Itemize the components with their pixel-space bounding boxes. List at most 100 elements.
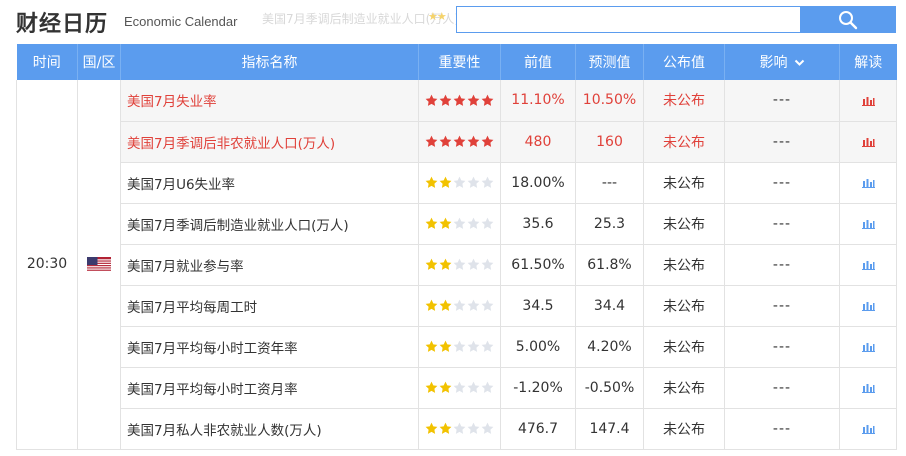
- impact-value: ---: [724, 366, 840, 409]
- bar-chart-icon[interactable]: [861, 423, 875, 434]
- actual-value: 未公布: [643, 161, 725, 204]
- importance-rating: [418, 284, 501, 327]
- table-header-row: 时间 国/区 指标名称 重要性 前值 预测值 公布值 影响 解读: [16, 44, 897, 80]
- indicator-name[interactable]: 美国7月季调后非农就业人口(万人): [120, 120, 419, 163]
- bar-chart-icon[interactable]: [861, 341, 875, 352]
- table-row: 20:30 美国7月失业率 11.10% 10.50% 未公布 ---: [16, 80, 897, 450]
- search-button[interactable]: [800, 6, 896, 33]
- star-icon: [481, 217, 494, 229]
- column-header-impact[interactable]: 影响: [724, 44, 840, 80]
- us-flag-icon: [87, 256, 111, 272]
- forecast-value: 61.8%: [575, 243, 644, 286]
- impact-header-label: 影响: [759, 55, 788, 71]
- interpret-cell: [839, 161, 897, 204]
- table-row: 美国7月U6失业率 18.00% --- 未公布 ---: [17, 161, 897, 204]
- indicator-name[interactable]: 美国7月平均每小时工资年率: [120, 325, 419, 368]
- country-cell: [77, 80, 121, 450]
- page-subtitle: Economic Calendar: [124, 14, 238, 29]
- bar-chart-icon[interactable]: [861, 177, 875, 188]
- forecast-value: 34.4: [575, 284, 644, 327]
- impact-value: ---: [724, 284, 840, 327]
- star-icon: [453, 381, 466, 393]
- forecast-value: 4.20%: [575, 325, 644, 368]
- star-icon: [425, 299, 438, 311]
- actual-value: 未公布: [643, 243, 725, 286]
- importance-rating: [418, 325, 501, 368]
- indicator-name[interactable]: 美国7月U6失业率: [120, 161, 419, 204]
- importance-rating: [418, 366, 501, 409]
- actual-value: 未公布: [643, 80, 725, 122]
- bar-chart-icon[interactable]: [861, 259, 875, 270]
- interpret-cell: [839, 366, 897, 409]
- star-icon: [481, 381, 494, 393]
- search-input[interactable]: [456, 6, 800, 33]
- star-icon: [439, 176, 452, 188]
- economic-calendar-table: 时间 国/区 指标名称 重要性 前值 预测值 公布值 影响 解读 20:30 美…: [16, 44, 897, 450]
- previous-value: -1.20%: [500, 366, 576, 409]
- table-row: 美国7月平均每周工时 34.5 34.4 未公布 ---: [17, 284, 897, 327]
- previous-value: 18.00%: [500, 161, 576, 204]
- star-icon: [467, 381, 480, 393]
- star-icon: [425, 340, 438, 352]
- star-icon: [481, 135, 494, 147]
- star-icon: [467, 422, 480, 434]
- actual-value: 未公布: [643, 284, 725, 327]
- previous-value: 5.00%: [500, 325, 576, 368]
- actual-value: 未公布: [643, 366, 725, 409]
- indicator-name[interactable]: 美国7月失业率: [120, 80, 419, 122]
- forecast-value: -0.50%: [575, 366, 644, 409]
- star-icon: [467, 94, 480, 106]
- star-icon: [481, 340, 494, 352]
- column-header-previous: 前值: [500, 44, 576, 80]
- bar-chart-icon[interactable]: [861, 382, 875, 393]
- indicator-name[interactable]: 美国7月平均每周工时: [120, 284, 419, 327]
- indicator-name[interactable]: 美国7月私人非农就业人数(万人): [120, 407, 419, 450]
- table-row: 美国7月季调后制造业就业人口(万人) 35.6 25.3 未公布 ---: [17, 202, 897, 245]
- star-icon: [425, 422, 438, 434]
- star-icon: [439, 422, 452, 434]
- release-time: 20:30: [16, 80, 78, 450]
- previous-value: 11.10%: [500, 80, 576, 122]
- importance-rating: [418, 243, 501, 286]
- star-icon: [453, 217, 466, 229]
- star-icon: [425, 135, 438, 147]
- star-icon: [439, 258, 452, 270]
- star-icon: [439, 340, 452, 352]
- bar-chart-icon[interactable]: [861, 95, 875, 106]
- importance-rating: [418, 80, 501, 122]
- star-icon: [453, 176, 466, 188]
- star-icon: [453, 422, 466, 434]
- actual-value: 未公布: [643, 120, 725, 163]
- star-icon: [439, 135, 452, 147]
- bar-chart-icon[interactable]: [861, 136, 875, 147]
- table-row: 美国7月平均每小时工资月率 -1.20% -0.50% 未公布 ---: [17, 366, 897, 409]
- column-header-interpret: 解读: [839, 44, 897, 80]
- column-header-time: 时间: [16, 44, 78, 80]
- star-icon: [425, 258, 438, 270]
- actual-value: 未公布: [643, 325, 725, 368]
- search-icon: [839, 10, 858, 29]
- indicator-name[interactable]: 美国7月季调后制造业就业人口(万人): [120, 202, 419, 245]
- table-row: 美国7月平均每小时工资年率 5.00% 4.20% 未公布 ---: [17, 325, 897, 368]
- forecast-value: 160: [575, 120, 644, 163]
- star-icon: [425, 217, 438, 229]
- star-icon: [439, 94, 452, 106]
- bar-chart-icon[interactable]: [861, 300, 875, 311]
- star-icon: [439, 217, 452, 229]
- impact-value: ---: [724, 243, 840, 286]
- star-icon: [481, 422, 494, 434]
- previous-value: 34.5: [500, 284, 576, 327]
- column-header-importance: 重要性: [418, 44, 501, 80]
- forecast-value: ---: [575, 161, 644, 204]
- bar-chart-icon[interactable]: [861, 218, 875, 229]
- star-icon: [453, 299, 466, 311]
- star-icon: [481, 176, 494, 188]
- indicator-name[interactable]: 美国7月就业参与率: [120, 243, 419, 286]
- impact-value: ---: [724, 80, 840, 122]
- importance-rating: [418, 407, 501, 450]
- indicator-name[interactable]: 美国7月平均每小时工资月率: [120, 366, 419, 409]
- page-header: 财经日历 Economic Calendar 美国7月季调后制造业就业人口(万人…: [0, 0, 906, 44]
- table-row: 美国7月就业参与率 61.50% 61.8% 未公布 ---: [17, 243, 897, 286]
- previous-value: 480: [500, 120, 576, 163]
- column-header-indicator: 指标名称: [120, 44, 419, 80]
